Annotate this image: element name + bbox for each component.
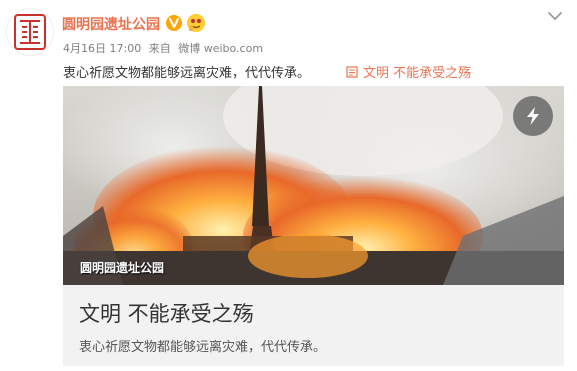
post-meta: 4月16日 17:00 来自 微博 weibo.com xyxy=(63,40,267,56)
card-image: 圆明园遗址公园 xyxy=(63,86,564,285)
article-link[interactable]: 文明 不能承受之殇 xyxy=(346,62,471,81)
lightning-icon xyxy=(527,107,539,125)
post-timestamp[interactable]: 4月16日 17:00 xyxy=(63,42,141,55)
post-source[interactable]: 微博 weibo.com xyxy=(178,42,263,55)
meta-from: 来自 xyxy=(148,42,171,55)
article-card[interactable]: 圆明园遗址公园 文明 不能承受之殇 衷心祈愿文物都能够远离灾难，代代传承。 xyxy=(63,86,564,366)
park-logo-icon xyxy=(7,9,53,55)
chevron-down-icon[interactable] xyxy=(546,8,564,22)
card-description: 衷心祈愿文物都能够远离灾难，代代传承。 xyxy=(79,340,327,355)
article-link-label[interactable]: 文明 不能承受之殇 xyxy=(363,62,471,81)
poster-name[interactable]: 圆明园遗址公园 xyxy=(62,14,160,34)
image-watermark: 圆明园遗址公园 xyxy=(80,261,165,275)
card-title[interactable]: 文明 不能承受之殇 xyxy=(79,298,254,328)
emoji-icon xyxy=(186,13,206,33)
verified-badge-icon[interactable] xyxy=(165,14,183,32)
lightning-button[interactable] xyxy=(513,96,553,136)
article-link-icon xyxy=(346,65,358,78)
avatar[interactable] xyxy=(6,8,54,56)
post-text: 衷心祈愿文物都能够远离灾难，代代传承。 xyxy=(63,66,311,81)
